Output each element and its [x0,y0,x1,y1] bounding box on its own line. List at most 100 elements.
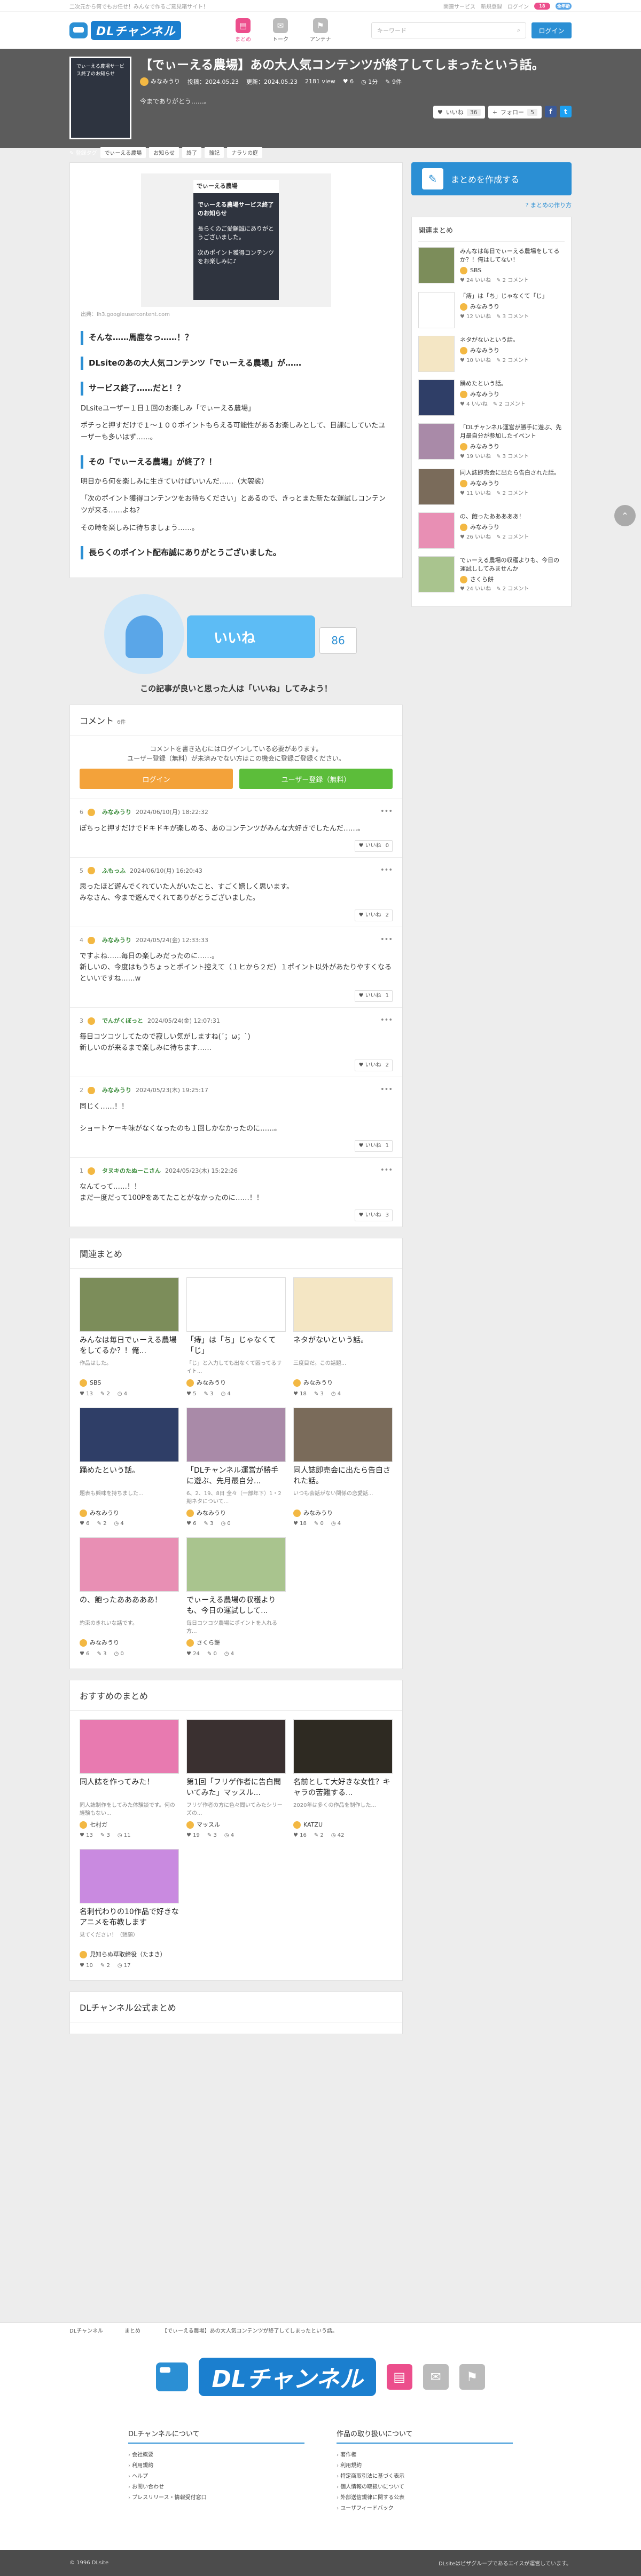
create-matome-button[interactable]: ✎ まとめを作成する [411,162,572,195]
comment-author[interactable]: でんがくぼっと [102,1016,143,1026]
matome-card[interactable]: の、飽ったあああああ！ 約束のきれいな話です。 みなみうり ♥ 6 ✎ 3 ◷ 0 [80,1537,179,1658]
antenna-icon[interactable]: ⚑ [459,2364,485,2390]
matome-card[interactable]: ネタがないという話。 三度目だ。この話題... みなみうり ♥ 18 ✎ 3 ◷ 4 [293,1277,393,1398]
footer-link[interactable]: 著作権 [337,2450,513,2461]
comment-like-button[interactable]: ♥ いいね 1 [355,1140,393,1152]
sidebar-related-item[interactable]: みんなは毎日でぃーえる農場をしてるか？！俺はしてない！ SBS ♥ 24 いいね ✎ … [418,247,565,285]
card-author[interactable]: 見知らぬ草取締役（たまき） [80,1950,179,1959]
chat-icon[interactable]: ✉ [423,2364,449,2390]
tag-chip[interactable]: 雑記 [205,147,224,158]
comment-like-button[interactable]: ♥ いいね 0 [355,840,393,852]
item-title[interactable]: ネタがないという話。 [460,336,529,344]
comment-like-button[interactable]: ♥ いいね 3 [355,1210,393,1222]
sidebar-related-item[interactable]: 「DLチャンネル運営が勝手に遊ぶ、先月最自分が参加したイベント みなみうり ♥ 19… [418,423,565,461]
card-author[interactable]: 七村ガ [80,1821,179,1830]
item-title[interactable]: みんなは毎日でぃーえる農場をしてるか？！俺はしてない！ [460,247,565,264]
card-author[interactable]: みなみうり [186,1509,286,1518]
item-title[interactable]: 「DLチャンネル運営が勝手に遊ぶ、先月最自分が参加したイベント [460,423,565,440]
matome-card[interactable]: みんなは毎日でぃーえる農場をしてるか？！俺... 作品はした。 SBS ♥ 13 ✎ 2… [80,1277,179,1398]
tag-chip[interactable]: ナラリの庭 [227,147,263,158]
card-title[interactable]: でぃーえる農場の収穫よりも、今日の運試しして... [186,1595,286,1617]
more-icon[interactable]: ••• [380,1085,393,1096]
comment-author[interactable]: みなみうり [102,808,131,817]
card-author[interactable]: KATZU [293,1821,393,1830]
item-title[interactable]: 踊めたという話。 [460,380,526,388]
matome-card[interactable]: 同人誌即売会に出たら告白された話。 いつも会話がない関係の恋愛話... みなみうり ♥… [293,1407,393,1528]
item-title[interactable]: 「痔」は「ち」じゃなくて「じ」 [460,292,548,301]
header-login-button[interactable]: ログイン [531,22,572,38]
card-title[interactable]: の、飽ったあああああ！ [80,1595,179,1617]
footer-link[interactable]: プレスリリース・情報受付窓口 [128,2493,304,2503]
more-icon[interactable]: ••• [380,935,393,946]
matome-card[interactable]: でぃーえる農場の収穫よりも、今日の運試しして... 毎日コツコツ農場にポイントを入… [186,1537,286,1658]
breadcrumb-matome[interactable]: まとめ [124,2326,140,2334]
matome-card[interactable]: 名前として大好きな女性？キャラの苦難する... 2020年は多くの作品を制作した.… [293,1719,393,1840]
book-icon[interactable]: ▤ [386,2364,412,2390]
card-author[interactable]: さくら餅 [186,1639,286,1648]
follow-button[interactable]: + フォロー 5 [488,106,542,118]
sidebar-related-item[interactable]: でぃーえる農場の収穫よりも、今日の運試ししてみませんか さくら餅 ♥ 24 いいね ✎… [418,556,565,594]
card-author[interactable]: マッスル [186,1821,286,1830]
matome-card[interactable]: 「DLチャンネル運営が勝手に遊ぶ、先月最自分... 6、2、19、8日 全々（一部… [186,1407,286,1528]
card-author[interactable]: みなみうり [80,1509,179,1518]
card-author[interactable]: みなみうり [293,1509,393,1518]
more-icon[interactable]: ••• [380,1015,393,1026]
item-title[interactable]: の、飽ったあああああ！ [460,512,529,521]
footer-link[interactable]: 外部送信規律に関する公表 [337,2493,513,2503]
matome-card[interactable]: 第1回「フリゲ作者に告白聞いてみた」マッスル... フリゲ作者の方に色々聞いてみた… [186,1719,286,1840]
comment-author[interactable]: みなみうり [102,936,131,945]
sidebar-related-item[interactable]: ネタがないという話。 みなみうり ♥ 10 いいね ✎ 2 コメント [418,336,565,373]
search-input[interactable]: キーワード ⌕ [371,22,526,38]
register-button[interactable]: ユーザー登録（無料） [239,769,393,789]
card-title[interactable]: みんなは毎日でぃーえる農場をしてるか？！俺... [80,1335,179,1357]
register-link[interactable]: 新規登録 [481,2,502,10]
search-icon[interactable]: ⌕ [517,27,520,34]
comment-like-button[interactable]: ♥ いいね 2 [355,1059,393,1071]
facebook-share-icon[interactable]: f [545,106,557,117]
footer-link[interactable]: ユーザフィードバック [337,2503,513,2514]
card-title[interactable]: 同人誌即売会に出たら告白された話。 [293,1465,393,1488]
sidebar-related-item[interactable]: 踊めたという話。 みなみうり ♥ 4 いいね ✎ 2 コメント [418,380,565,416]
footer-link[interactable]: 特定商取引法に基づく表示 [337,2471,513,2482]
card-title[interactable]: 第1回「フリゲ作者に告白聞いてみた」マッスル... [186,1777,286,1799]
card-title[interactable]: 同人誌を作ってみた！ [80,1777,179,1799]
matome-card[interactable]: 同人誌を作ってみた！ 同人誌制作をしてみた体験談です。何の経験もない... 七村ガ ♥… [80,1719,179,1840]
footer-link[interactable]: お問い合わせ [128,2482,304,2493]
related-services-link[interactable]: 関連サービス [443,2,475,10]
comment-like-button[interactable]: ♥ いいね 1 [355,990,393,1002]
footer-link[interactable]: 会社概要 [128,2450,304,2461]
item-title[interactable]: 同人誌即売会に出たら告白された話。 [460,469,560,477]
sidebar-related-item[interactable]: の、飽ったあああああ！ みなみうり ♥ 26 いいね ✎ 2 コメント [418,512,565,549]
footer-link[interactable]: 利用規約 [337,2461,513,2471]
howto-link[interactable]: ? まとめの作り方 [411,201,572,209]
footer-link[interactable]: 利用規約 [128,2461,304,2471]
like-button[interactable]: ♥ いいね 36 [433,106,485,118]
card-author[interactable]: みなみうり [293,1379,393,1388]
tag-chip[interactable]: 終了 [182,147,202,158]
adult-badge[interactable]: 18 [534,2,550,10]
nav-talk[interactable]: ✉ トーク [272,18,288,43]
comment-author[interactable]: みなみうり [102,1086,131,1095]
nav-antenna[interactable]: ⚑ アンテナ [310,18,331,43]
item-title[interactable]: でぃーえる農場の収穫よりも、今日の運試ししてみませんか [460,556,565,573]
footer-logo[interactable]: DLチャンネル [199,2358,376,2396]
more-icon[interactable]: ••• [380,1165,393,1176]
card-title[interactable]: ネタがないという話。 [293,1335,393,1357]
author[interactable]: みなみうり [140,77,180,86]
sidebar-related-item[interactable]: 「痔」は「ち」じゃなくて「じ」 みなみうり ♥ 12 いいね ✎ 3 コメント [418,292,565,329]
comment-author[interactable]: ふもっふ [102,866,126,876]
card-title[interactable]: 「痔」は「ち」じゃなくて「じ」 [186,1335,286,1357]
nav-matome[interactable]: ▤ まとめ [235,18,251,43]
all-ages-badge[interactable]: 全年齢 [556,2,572,10]
sidebar-related-item[interactable]: 同人誌即売会に出たら告白された話。 みなみうり ♥ 11 いいね ✎ 2 コメント [418,468,565,505]
card-title[interactable]: 名刺代わりの10作品で好きなアニメを布教します [80,1907,179,1929]
iine-button[interactable]: いいね [187,615,315,659]
matome-card[interactable]: 名刺代わりの10作品で好きなアニメを布教します 見てください！（懇願） 見知らぬ草取… [80,1849,179,1970]
top-login-link[interactable]: ログイン [507,2,529,10]
card-author[interactable]: みなみうり [80,1639,179,1648]
card-title[interactable]: 「DLチャンネル運営が勝手に遊ぶ、先月最自分... [186,1465,286,1488]
more-icon[interactable]: ••• [380,865,393,876]
tag-chip[interactable]: でぃーえる農場 [100,147,146,158]
twitter-share-icon[interactable]: t [560,106,572,117]
footer-link[interactable]: ヘルプ [128,2471,304,2482]
